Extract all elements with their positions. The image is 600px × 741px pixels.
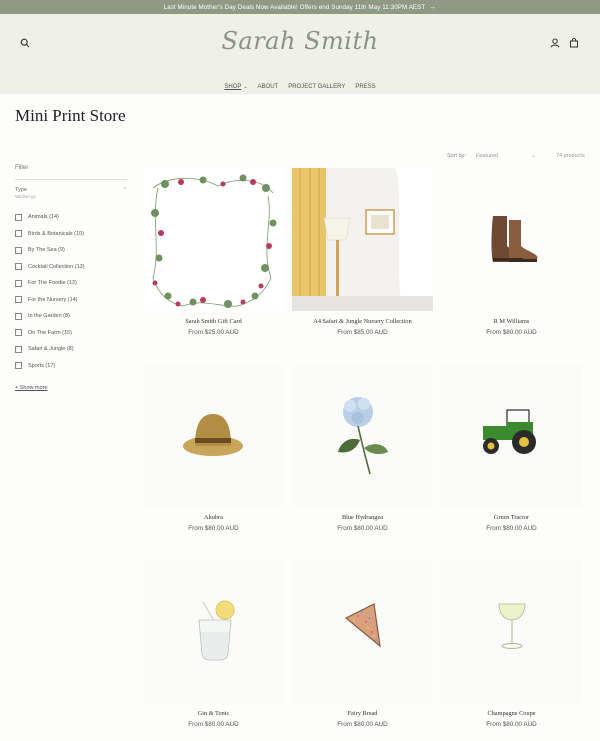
filter-option[interactable]: On The Farm (15): [15, 325, 127, 342]
product-price: From $80.00 AUD: [188, 525, 239, 532]
nursery-collection-image[interactable]: [292, 168, 433, 311]
sort-value: Featured: [475, 153, 498, 159]
nav-project-gallery[interactable]: PROJECT GALLERY: [288, 84, 345, 90]
filter-option-label: On The Farm (15): [28, 329, 72, 336]
product-price: From $80.00 AUD: [188, 721, 239, 728]
type-filter-title: Type: [15, 187, 27, 193]
checkbox[interactable]: [15, 263, 22, 271]
chevron-down-icon: ⌄: [531, 153, 536, 159]
filter-option[interactable]: By The Sea (9): [15, 242, 127, 259]
filter-option-label: Safari & Jungle (8): [28, 346, 74, 353]
product-price: From $80.00 AUD: [486, 329, 537, 336]
nav-press[interactable]: PRESS: [355, 84, 375, 90]
site-logo[interactable]: Sarah Smith: [0, 27, 600, 55]
nav-shop[interactable]: SHOP ⌄: [224, 84, 247, 90]
main-nav: SHOP ⌄ ABOUT PROJECT GALLERY PRESS: [0, 84, 600, 90]
filter-option-label: For The Foodie (13): [28, 280, 77, 287]
filter-option-label: Sports (17): [28, 362, 56, 369]
checkbox[interactable]: [15, 296, 22, 304]
akubra-hat-image[interactable]: [143, 364, 284, 507]
filter-option[interactable]: Animals (14): [15, 209, 127, 226]
chevron-down-icon: ⌄: [243, 84, 248, 90]
product-count: 74 products: [555, 153, 585, 159]
product-price: From $85.00 AUD: [337, 329, 388, 336]
arrow-right-icon: →: [429, 3, 437, 11]
product-price: From $80.00 AUD: [337, 721, 388, 728]
announcement-bar[interactable]: Last Minute Mother's Day Deals Now Avail…: [0, 0, 600, 14]
checkbox[interactable]: [15, 345, 22, 353]
product-card[interactable]: Sarah Smith Gift Card From $25.00 AUD: [143, 168, 284, 336]
nav-about[interactable]: ABOUT: [258, 84, 279, 90]
product-card[interactable]: Green Tractor From $80.00 AUD: [441, 364, 582, 532]
checkbox[interactable]: [15, 362, 22, 370]
product-price: From $25.00 AUD: [188, 329, 239, 336]
cart-icon[interactable]: [568, 37, 580, 49]
filter-option-label: In the Garden (8): [28, 313, 70, 320]
announcement-text: Last Minute Mother's Day Deals Now Avail…: [163, 3, 426, 11]
filter-sidebar: Filter Type Wildset go ⌃ Animals (14) Bi…: [15, 165, 127, 391]
filter-option[interactable]: Birds & Botanicals (10): [15, 226, 127, 243]
filter-option[interactable]: Cocktail Collection (13): [15, 259, 127, 276]
fairy-bread-image[interactable]: [292, 560, 433, 703]
product-title[interactable]: Blue Hydrangea: [292, 514, 433, 521]
product-price: From $80.00 AUD: [486, 525, 537, 532]
product-title[interactable]: Green Tractor: [441, 514, 582, 521]
filter-option-label: Cocktail Collection (13): [28, 263, 85, 270]
filter-option[interactable]: In the Garden (8): [15, 308, 127, 325]
product-card[interactable]: Champagne Coupe From $80.00 AUD: [441, 560, 582, 728]
product-card[interactable]: Akubra From $80.00 AUD: [143, 364, 284, 532]
filter-option[interactable]: Sports (17): [15, 358, 127, 375]
filter-option[interactable]: For The Foodie (13): [15, 275, 127, 292]
product-price: From $80.00 AUD: [486, 721, 537, 728]
filter-heading: Filter: [15, 165, 127, 180]
champagne-coupe-image[interactable]: [441, 560, 582, 703]
boots-image[interactable]: [441, 168, 582, 311]
product-title[interactable]: A4 Safari & Jungle Nursery Collection: [292, 318, 433, 325]
filter-option[interactable]: Safari & Jungle (8): [15, 341, 127, 358]
product-title[interactable]: Gin & Tonic: [143, 710, 284, 717]
product-card[interactable]: Fairy Bread From $80.00 AUD: [292, 560, 433, 728]
type-filter-toggle[interactable]: Type Wildset go ⌃: [15, 187, 127, 199]
sort-select[interactable]: Featured ⌄: [476, 153, 536, 159]
product-card[interactable]: Gin & Tonic From $80.00 AUD: [143, 560, 284, 728]
filter-option-label: Animals (14): [28, 214, 59, 221]
filter-option-label: Birds & Botanicals (10): [28, 230, 84, 237]
product-title[interactable]: R M Williams: [441, 318, 582, 325]
blue-hydrangea-image[interactable]: [292, 364, 433, 507]
checkbox[interactable]: [15, 246, 22, 254]
product-card[interactable]: A4 Safari & Jungle Nursery Collection Fr…: [292, 168, 433, 336]
product-price: From $80.00 AUD: [337, 525, 388, 532]
product-title[interactable]: Akubra: [143, 514, 284, 521]
site-header: Sarah Smith SHOP ⌄ ABOUT PROJECT GALLERY …: [0, 14, 600, 94]
checkbox[interactable]: [15, 312, 22, 320]
type-filter-sub: Wildset go: [15, 194, 37, 199]
checkbox[interactable]: [15, 213, 22, 221]
chevron-up-icon: ⌃: [122, 187, 127, 193]
filter-option-label: For the Nursery (14): [28, 296, 78, 303]
gin-tonic-image[interactable]: [143, 560, 284, 703]
page-title: Mini Print Store: [15, 106, 126, 125]
show-more-link[interactable]: + Show more: [15, 385, 127, 391]
checkbox[interactable]: [15, 279, 22, 287]
type-filter-options: Animals (14) Birds & Botanicals (10) By …: [15, 209, 127, 374]
gift-card-image[interactable]: [143, 168, 284, 311]
product-title[interactable]: Fairy Bread: [292, 710, 433, 717]
checkbox[interactable]: [15, 329, 22, 337]
product-title[interactable]: Champagne Coupe: [441, 710, 582, 717]
product-card[interactable]: Blue Hydrangea From $80.00 AUD: [292, 364, 433, 532]
filter-option-label: By The Sea (9): [28, 247, 65, 254]
filter-option[interactable]: For the Nursery (14): [15, 292, 127, 309]
product-card[interactable]: R M Williams From $80.00 AUD: [441, 168, 582, 336]
nav-shop-label: SHOP: [224, 84, 242, 90]
sort-bar: Sort by: Featured ⌄ 74 products: [447, 153, 585, 159]
product-title[interactable]: Sarah Smith Gift Card: [143, 318, 284, 325]
green-tractor-image[interactable]: [441, 364, 582, 507]
checkbox[interactable]: [15, 230, 22, 238]
account-icon[interactable]: [549, 37, 561, 49]
sort-label: Sort by:: [447, 153, 466, 159]
